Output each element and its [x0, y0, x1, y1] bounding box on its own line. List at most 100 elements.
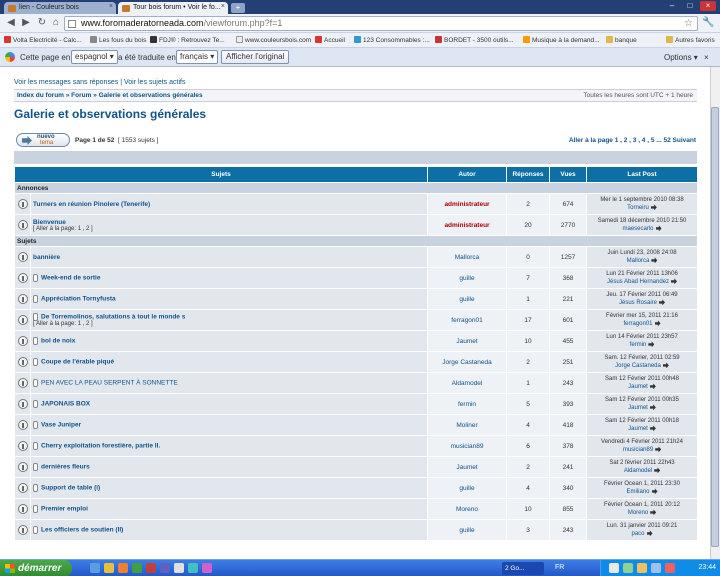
quicklaunch-icon[interactable] [188, 563, 198, 573]
topic-author-link[interactable]: Mallorca [455, 254, 480, 261]
last-post-user[interactable]: paco [632, 531, 645, 537]
breadcrumb-links[interactable]: Index du forum » Forum » Galerie et obse… [17, 92, 203, 99]
topic-author-link[interactable]: guille [459, 485, 474, 492]
view-latest-post-icon[interactable] [649, 404, 656, 411]
active-topics-link[interactable]: Voir les sujets actifs [124, 79, 185, 86]
target-language-select[interactable]: français ▾ [176, 50, 219, 64]
view-latest-post-icon[interactable] [662, 362, 669, 369]
topic-author-link[interactable]: Jaumet [456, 338, 477, 345]
topic-title-link[interactable]: Les officiers de soutien (II) [41, 527, 123, 534]
unanswered-link[interactable]: Voir les messages sans réponses [14, 79, 118, 86]
topic-title-link[interactable]: Appréciation Tornyfusta [41, 296, 116, 303]
topic-author-link[interactable]: Moreno [456, 506, 478, 513]
show-original-button[interactable]: Afficher l'original [221, 50, 290, 64]
tray-icon[interactable] [609, 563, 619, 573]
quicklaunch-icon[interactable] [104, 563, 114, 573]
close-window-icon[interactable]: × [700, 1, 716, 11]
new-tab-button[interactable]: + [231, 3, 245, 13]
back-icon[interactable]: ◀ [5, 17, 17, 29]
topic-title-link[interactable]: De Torremolinos, salutations à tout le m… [41, 314, 185, 321]
topic-author-link[interactable]: Jorge Castaneda [442, 359, 492, 366]
view-latest-post-icon[interactable] [649, 383, 656, 390]
topic-title-link[interactable]: PEN AVEC LA PEAU SERPENT À SONNETTE [41, 380, 178, 387]
view-latest-post-icon[interactable] [651, 488, 658, 495]
topic-title-link[interactable]: Week-end de sortie [41, 275, 100, 282]
bookmark-item[interactable]: www.couleursbois.com [236, 36, 311, 44]
topic-author-link[interactable]: fermin [458, 401, 476, 408]
bookmark-item[interactable]: 123 Consommables :... [354, 36, 430, 44]
close-translate-icon[interactable]: × [704, 53, 709, 62]
topic-author-link[interactable]: Jaumet [456, 464, 477, 471]
last-post-user[interactable]: Jaumet [628, 405, 648, 411]
last-post-user[interactable]: Jésus Abad Hernandez [607, 279, 669, 285]
quicklaunch-icon[interactable] [118, 563, 128, 573]
bookmark-item[interactable]: Musique à la demand... [523, 36, 600, 44]
goto-pages[interactable]: [ Aller à la page: 1 , 2 ] [33, 321, 425, 327]
quicklaunch-icon[interactable] [90, 563, 100, 573]
view-latest-post-icon[interactable] [649, 425, 656, 432]
tray-icon[interactable] [665, 563, 675, 573]
quicklaunch-icon[interactable] [146, 563, 156, 573]
tab-lien[interactable]: lien - Couleurs bois × [4, 2, 116, 14]
topic-title-link[interactable]: Premier emploi [41, 506, 88, 513]
topic-title-link[interactable]: Bienvenue [33, 219, 66, 226]
view-latest-post-icon[interactable] [654, 467, 661, 474]
last-post-user[interactable]: ferragon01 [624, 321, 653, 327]
last-post-user[interactable]: Jaumet [628, 384, 648, 390]
topic-title-link[interactable]: Cherry exploitation forestière, partie I… [41, 443, 160, 450]
topic-title-link[interactable]: bannière [33, 254, 60, 261]
bookmark-item[interactable]: BORDET - 3500 outils... [435, 36, 514, 44]
quicklaunch-icon[interactable] [202, 563, 212, 573]
topic-title-link[interactable]: JAPONAIS BOX [41, 401, 90, 408]
topic-author-link[interactable]: guille [459, 296, 474, 303]
view-latest-post-icon[interactable] [654, 320, 661, 327]
topic-title-link[interactable]: Vase Juniper [41, 422, 81, 429]
last-post-user[interactable]: maesecarlo [623, 226, 654, 232]
tab-forum[interactable]: Tour bois forum • Voir le fo... × [118, 2, 228, 14]
view-latest-post-icon[interactable] [659, 299, 666, 306]
bookmark-folder[interactable]: banque [606, 36, 637, 44]
language-indicator[interactable]: FR [555, 564, 564, 571]
taskbar-task[interactable]: 2 Go... [502, 562, 544, 575]
reload-icon[interactable]: ↻ [36, 17, 48, 29]
pagination[interactable]: Aller à la page 1 , 2 , 3 , 4 , 5 ... 52… [569, 137, 696, 144]
quicklaunch-icon[interactable] [174, 563, 184, 573]
topic-title-link[interactable]: Coupe de l'érable piqué [41, 359, 114, 366]
last-post-user[interactable]: musician89 [623, 447, 653, 453]
last-post-user[interactable]: Jésus Rosaire [619, 300, 657, 306]
bookmark-item[interactable]: FDJ® : Retrouvez Te... [150, 36, 225, 44]
topic-author-link[interactable]: administrateur [444, 222, 489, 229]
source-language-select[interactable]: espagnol ▾ [71, 50, 118, 64]
topic-author-link[interactable]: administrateur [444, 201, 489, 208]
topic-title-link[interactable]: Turners en réunion Pinolere (Tenerife) [33, 201, 150, 208]
bookmark-item[interactable]: Accueil [315, 36, 345, 44]
topic-author-link[interactable]: musician89 [451, 443, 484, 450]
last-post-user[interactable]: Mallorca [627, 258, 650, 264]
topic-title-link[interactable]: bol de noix [41, 338, 75, 345]
bookmark-star-icon[interactable]: ☆ [684, 17, 693, 30]
view-latest-post-icon[interactable] [650, 204, 657, 211]
topic-author-link[interactable]: guille [459, 275, 474, 282]
last-post-user[interactable]: Jaumet [628, 426, 648, 432]
view-latest-post-icon[interactable] [650, 509, 657, 516]
topic-author-link[interactable]: guille [459, 527, 474, 534]
maximize-icon[interactable]: □ [682, 1, 698, 11]
bookmark-item[interactable]: Volta Electricité - Calc... [4, 36, 82, 44]
view-latest-post-icon[interactable] [655, 446, 662, 453]
tray-icon[interactable] [623, 563, 633, 573]
start-button[interactable]: démarrer [0, 560, 72, 576]
minimize-icon[interactable]: – [664, 1, 680, 11]
topic-author-link[interactable]: Aldamodel [452, 380, 483, 387]
last-post-user[interactable]: Moreno [628, 510, 648, 516]
topic-title-link[interactable]: dernières fleurs [41, 464, 90, 471]
last-post-user[interactable]: Jorge Castaneda [615, 363, 661, 369]
wrench-icon[interactable]: 🔧 [702, 17, 716, 30]
view-latest-post-icon[interactable] [671, 278, 678, 285]
last-post-user[interactable]: fermin [630, 342, 647, 348]
bookmark-folder[interactable]: Autres favoris [666, 36, 715, 44]
quicklaunch-icon[interactable] [132, 563, 142, 573]
goto-pages[interactable]: [ Aller à la page: 1 , 2 ] [33, 226, 425, 232]
page-title[interactable]: Galerie et observations générales [14, 107, 206, 121]
scrollbar-thumb[interactable] [711, 107, 719, 547]
topic-title-link[interactable]: Support de table (i) [41, 485, 100, 492]
